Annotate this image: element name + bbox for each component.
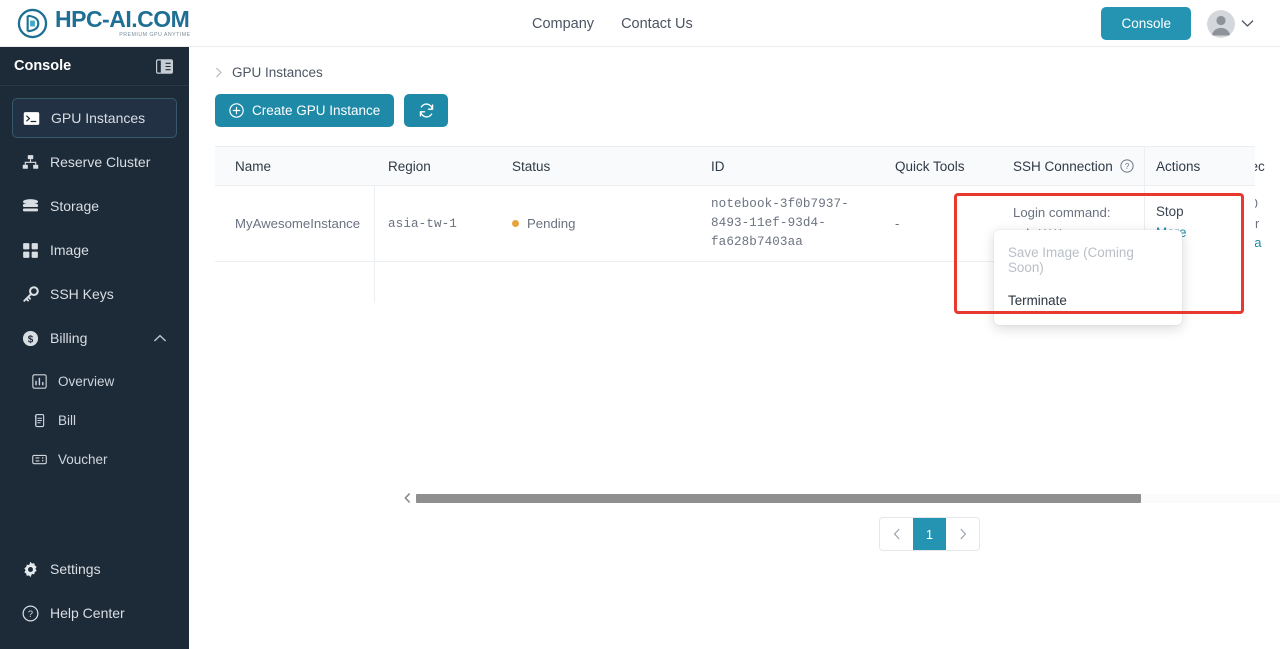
sidebar-item-label: GPU Instances <box>51 110 146 126</box>
terminal-icon <box>23 111 40 125</box>
logo-tagline: PREMIUM GPU ANYTIME <box>119 31 191 38</box>
top-right-actions: Console <box>1101 0 1254 47</box>
sidebar-item-label: Bill <box>58 412 77 428</box>
create-gpu-instance-button[interactable]: Create GPU Instance <box>215 94 395 127</box>
top-navigation: Company Contact Us <box>532 0 693 47</box>
chevron-up-icon[interactable] <box>153 334 167 343</box>
key-icon <box>23 285 39 302</box>
brand-logo[interactable]: HPC-AI.COM PREMIUM GPU ANYTIME <box>17 5 191 39</box>
svg-text:?: ? <box>1125 162 1130 171</box>
sidebar-header: Console <box>0 47 189 86</box>
plus-circle-icon <box>229 103 244 118</box>
ticket-icon <box>32 454 47 464</box>
console-button[interactable]: Console <box>1101 7 1191 40</box>
top-header-bar: HPC-AI.COM PREMIUM GPU ANYTIME Company C… <box>0 0 1280 47</box>
grid-icon <box>23 242 38 258</box>
cell-region: asia-tw-1 <box>388 216 457 231</box>
sidebar: Console GPU Instances Reserve Cluster St… <box>0 47 189 649</box>
cell-status: Pending <box>492 216 691 231</box>
sidebar-bottom-nav: Settings ? Help Center <box>0 545 189 637</box>
column-header-actions: Actions <box>1145 146 1255 186</box>
sidebar-item-label: Reserve Cluster <box>50 154 151 170</box>
sidebar-item-bill[interactable]: Bill <box>12 401 177 439</box>
scrollbar-track[interactable] <box>416 493 1280 503</box>
storage-icon <box>22 198 39 211</box>
cluster-icon <box>22 154 39 169</box>
table-toolbar: Create GPU Instance <box>189 80 1280 127</box>
refresh-button[interactable] <box>404 94 449 127</box>
sidebar-item-label: Billing <box>50 330 88 346</box>
sidebar-item-label: Overview <box>58 373 115 389</box>
chevron-left-icon <box>893 528 900 540</box>
column-header-quick-tools[interactable]: Quick Tools <box>875 159 993 174</box>
chart-icon <box>32 373 47 389</box>
breadcrumb: GPU Instances <box>189 47 1280 80</box>
pagination-page-1[interactable]: 1 <box>913 518 946 550</box>
column-header-name[interactable]: Name <box>215 159 368 174</box>
breadcrumb-current: GPU Instances <box>232 65 323 80</box>
column-header-ssh-label: SSH Connection <box>1013 158 1113 174</box>
refresh-icon <box>419 103 434 118</box>
pagination-next-button[interactable] <box>946 518 979 550</box>
stop-action-link[interactable]: Stop <box>1156 202 1255 223</box>
logo-wordmark: HPC-AI.COM <box>55 5 190 32</box>
sidebar-nav: GPU Instances Reserve Cluster Storage Im… <box>0 86 189 478</box>
sidebar-item-settings[interactable]: Settings <box>12 549 177 589</box>
sidebar-item-reserve-cluster[interactable]: Reserve Cluster <box>12 142 177 182</box>
pagination: 1 <box>879 517 980 551</box>
sidebar-item-ssh-keys[interactable]: SSH Keys <box>12 274 177 314</box>
cell-name: MyAwesomeInstance <box>235 216 361 231</box>
sidebar-item-label: Voucher <box>58 451 108 467</box>
svg-text:$: $ <box>28 334 34 345</box>
question-circle-icon: ? <box>22 605 39 621</box>
dropdown-item-save-image: Save Image (Coming Soon) <box>1008 245 1134 275</box>
sidebar-item-storage[interactable]: Storage <box>12 186 177 226</box>
chevron-right-icon <box>215 67 222 78</box>
scrollbar-thumb[interactable] <box>416 493 1141 503</box>
gear-icon <box>24 561 37 577</box>
hpc-logo-icon <box>17 8 48 38</box>
sidebar-title: Console <box>14 58 72 74</box>
sidebar-item-label: Help Center <box>50 605 125 621</box>
table-header-row: Name Region Status ID Quick Tools SSH Co… <box>215 146 1265 186</box>
cell-id: notebook-3f0b7937-8493-11ef-93d4-fa628b7… <box>711 197 849 249</box>
svg-text:?: ? <box>28 608 33 618</box>
avatar <box>1207 9 1235 38</box>
sidebar-item-billing[interactable]: $ Billing <box>12 318 177 358</box>
status-dot-icon <box>512 220 519 227</box>
receipt-icon <box>34 413 45 427</box>
column-divider <box>374 186 375 303</box>
horizontal-scrollbar[interactable] <box>404 491 1280 505</box>
chevron-down-icon <box>1241 20 1254 27</box>
cell-quick-tools: - <box>895 216 900 231</box>
sidebar-item-help-center[interactable]: ? Help Center <box>12 593 177 633</box>
sidebar-item-overview[interactable]: Overview <box>12 362 177 400</box>
sidebar-item-image[interactable]: Image <box>12 230 177 270</box>
pagination-prev-button[interactable] <box>880 518 913 550</box>
nav-link-contact-us[interactable]: Contact Us <box>621 16 693 32</box>
chevron-right-icon <box>959 528 966 540</box>
sidebar-item-label: SSH Keys <box>50 286 114 302</box>
sidebar-item-voucher[interactable]: Voucher <box>12 440 177 478</box>
nav-link-company[interactable]: Company <box>532 16 594 32</box>
question-circle-icon[interactable]: ? <box>1120 159 1134 173</box>
dropdown-item-terminate[interactable]: Terminate <box>994 284 1182 317</box>
sidebar-item-label: Storage <box>50 198 100 214</box>
sidebar-item-label: Settings <box>50 561 101 577</box>
status-label: Pending <box>527 216 576 231</box>
collapse-menu-icon[interactable] <box>156 58 173 74</box>
column-header-region[interactable]: Region <box>368 159 492 174</box>
main-content: GPU Instances Create GPU Instance Name R… <box>189 47 1280 649</box>
chevron-left-icon[interactable] <box>404 493 411 503</box>
dollar-icon: $ <box>22 330 39 346</box>
sidebar-item-gpu-instances[interactable]: GPU Instances <box>12 98 177 138</box>
column-header-id[interactable]: ID <box>691 159 875 174</box>
more-actions-dropdown: Save Image (Coming Soon) Terminate <box>994 230 1182 325</box>
create-button-label: Create GPU Instance <box>252 103 381 118</box>
sidebar-item-label: Image <box>50 242 89 258</box>
column-header-status[interactable]: Status <box>492 159 691 174</box>
user-menu[interactable] <box>1207 9 1254 38</box>
